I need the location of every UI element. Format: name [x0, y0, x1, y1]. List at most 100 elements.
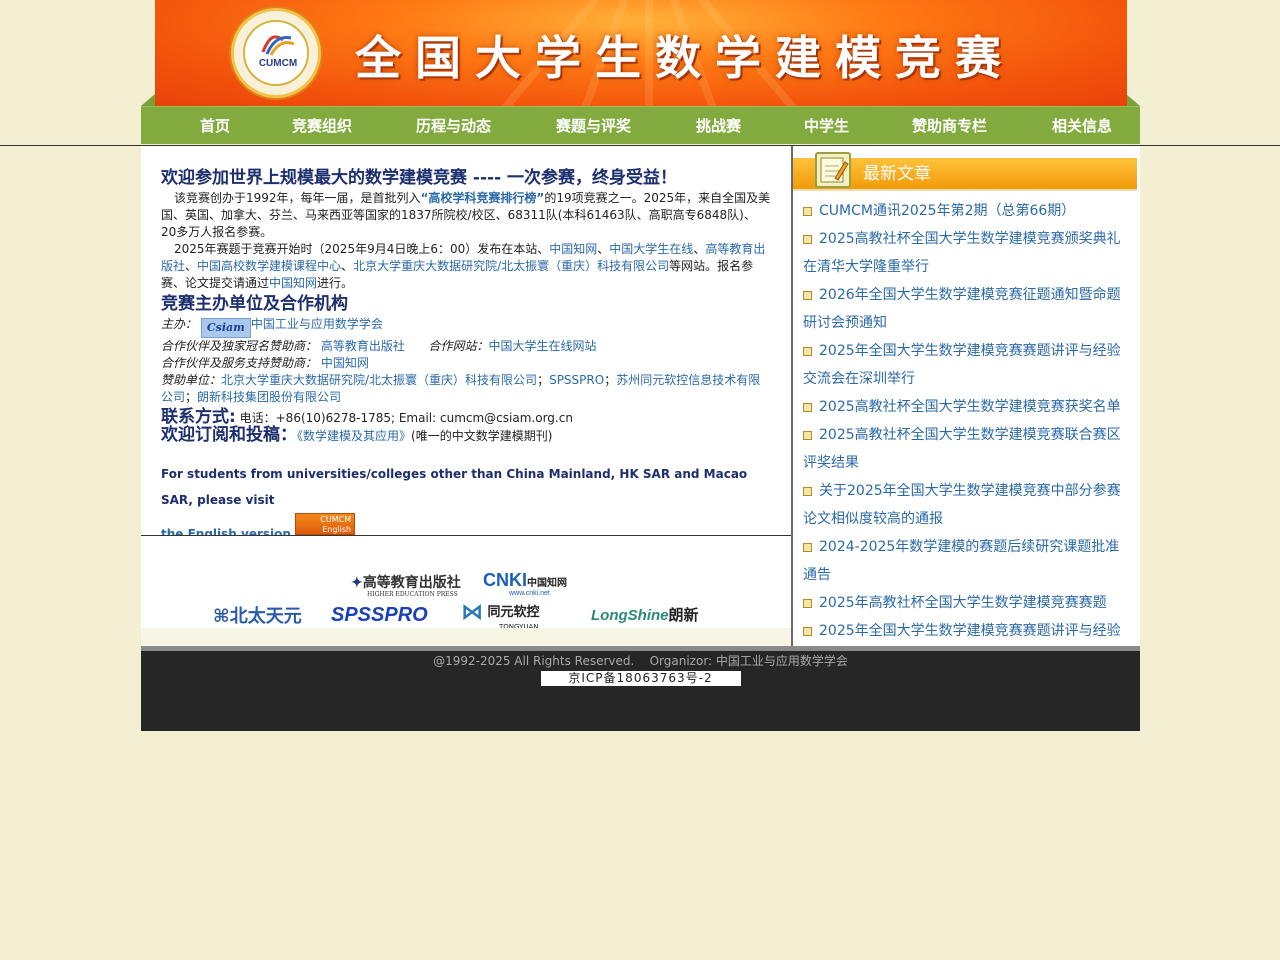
- article-item[interactable]: 2025高教社杯全国大学生数学建模竞赛联合赛区评奖结果: [803, 421, 1133, 477]
- site-banner: CUMCM 全国大学生数学建模竞赛: [155, 0, 1127, 106]
- separator: 、: [597, 242, 610, 256]
- tongyuan-logo-text: 同元软控: [487, 605, 540, 620]
- partner1-line: 合作伙伴及独家冠名赞助商： 高等教育出版社 合作网站：中国大学生在线网站: [161, 338, 771, 355]
- sponsor-label: 赞助单位：: [161, 373, 222, 387]
- article-item[interactable]: CUMCM通讯2025年第2期（总第66期）: [803, 197, 1133, 225]
- rank-link[interactable]: “高校学科竞赛排行榜”: [421, 191, 545, 205]
- footer-organizer-link[interactable]: 中国工业与应用数学学会: [716, 654, 848, 668]
- separator: ；: [185, 390, 198, 404]
- cnki-partner-link[interactable]: 中国知网: [321, 356, 369, 370]
- nav-item-organization[interactable]: 竞赛组织: [292, 107, 352, 145]
- latest-articles-header: 最新文章: [793, 152, 1137, 191]
- spsspro-logo[interactable]: SPSSPRO: [331, 604, 428, 627]
- banner-corner-left: [141, 94, 155, 106]
- organizer-label: 主办：: [161, 317, 198, 331]
- article-item[interactable]: 2025年高教社杯全国大学生数学建模竞赛赛题: [803, 589, 1133, 617]
- journal-link[interactable]: 《数学建模及其应用》: [297, 429, 411, 443]
- longshine-logo-cn: 朗新: [668, 607, 699, 624]
- nav-item-history[interactable]: 历程与动态: [416, 107, 491, 145]
- cnki-logo-cn: 中国知网: [527, 578, 567, 589]
- org-heading: 竞赛主办单位及合作机构: [161, 294, 348, 314]
- logo-swirl-icon: [261, 35, 295, 56]
- english-text: For students from universities/colleges …: [161, 467, 748, 507]
- subscribe-line: 欢迎订阅和投稿：《数学建模及其应用》(唯一的中文数学建模期刊): [161, 427, 771, 445]
- partner-site-label: 合作网站：: [428, 339, 489, 353]
- intro-text: 该竞赛创办于1992年，每年一届，是首批列入: [174, 191, 421, 205]
- article-item[interactable]: 2025高教社杯全国大学生数学建模竞赛获奖名单: [803, 393, 1133, 421]
- cnki-submit-link[interactable]: 中国知网: [269, 276, 317, 290]
- nav-item-challenge[interactable]: 挑战赛: [696, 107, 741, 145]
- separator: 、: [185, 259, 198, 273]
- separator: ；: [537, 373, 550, 387]
- longshine-logo[interactable]: LongShine朗新: [591, 604, 699, 625]
- icp-badge[interactable]: 京ICP备18063763号-2: [540, 671, 741, 686]
- hep-logo-icon: ✦: [351, 575, 363, 591]
- article-item[interactable]: 2024-2025年数学建模的赛题后续研究课题批准通告: [803, 533, 1133, 589]
- pku-chongqing-link[interactable]: 北京大学重庆大数据研究院/北太振寰（重庆）科技有限公司: [353, 259, 669, 273]
- nav-item-problems-awards[interactable]: 赛题与评奖: [556, 107, 631, 145]
- main-nav: 首页 竞赛组织 历程与动态 赛题与评奖 挑战赛 中学生 赞助商专栏 相关信息: [141, 106, 1140, 144]
- sponsor-strip: [141, 628, 791, 646]
- beitai-logo-icon: ⌘: [213, 606, 230, 627]
- site-footer: @1992-2025 All Rights Reserved. Organizo…: [141, 651, 1140, 731]
- cnki-logo-text: CNKI: [483, 570, 527, 590]
- nav-item-related[interactable]: 相关信息: [1052, 107, 1112, 145]
- contact-text: 电话：+86(10)6278-1785; Email: cumcm@csiam.…: [235, 411, 573, 425]
- banner-title: 全国大学生数学建模竞赛: [355, 31, 1015, 85]
- sponsor-logos: ✦高等教育出版社 HIGHER EDUCATION PRESS CNKI中国知网…: [141, 536, 791, 631]
- release-paragraph: 2025年赛题于竞赛开始时（2025年9月4日晚上6：00）发布在本站、中国知网…: [161, 241, 771, 292]
- banner-corner-right: [1126, 94, 1140, 106]
- nav-item-sponsors[interactable]: 赞助商专栏: [912, 107, 987, 145]
- cnki-logo[interactable]: CNKI中国知网 www.cnki.net: [483, 570, 567, 597]
- release-text: 进行。: [317, 276, 354, 290]
- sponsor-spsspro-link[interactable]: SPSSPRO: [549, 373, 604, 387]
- partner2-line: 合作伙伴及服务支持赞助商： 中国知网: [161, 355, 771, 372]
- beitai-logo[interactable]: ⌘北太天元: [213, 602, 302, 628]
- cnki-link[interactable]: 中国知网: [549, 242, 597, 256]
- cumcm-logo[interactable]: CUMCM: [231, 8, 321, 98]
- latest-articles-title: 最新文章: [863, 164, 931, 184]
- univs-link[interactable]: 中国大学生在线: [609, 242, 693, 256]
- footer-copyright-line: @1992-2025 All Rights Reserved. Organizo…: [141, 653, 1140, 669]
- tongyuan-logo-icon: ⋈: [461, 600, 483, 625]
- longshine-logo-text: LongShine: [591, 607, 669, 624]
- separator: 、: [693, 242, 706, 256]
- csiam-link[interactable]: 中国工业与应用数学学会: [251, 317, 383, 331]
- course-center-link[interactable]: 中国高校数学建模课程中心: [197, 259, 341, 273]
- article-item[interactable]: 2026年全国大学生数学建模竞赛征题通知暨命题研讨会预通知: [803, 281, 1133, 337]
- logo-text: CUMCM: [258, 58, 298, 69]
- journal-note: (唯一的中文数学建模期刊): [411, 429, 553, 443]
- nav-item-high-school[interactable]: 中学生: [804, 107, 849, 145]
- partner2-label: 合作伙伴及服务支持赞助商：: [161, 356, 318, 370]
- organizer-line: 主办： Csiam 中国工业与应用数学学会: [161, 316, 771, 338]
- hep-partner-link[interactable]: 高等教育出版社: [321, 339, 405, 353]
- copyright-text: @1992-2025 All Rights Reserved.: [433, 654, 635, 668]
- hep-logo[interactable]: ✦高等教育出版社 HIGHER EDUCATION PRESS: [351, 572, 461, 598]
- hep-logo-text: 高等教育出版社: [362, 575, 461, 591]
- univs-site-link[interactable]: 中国大学生在线网站: [489, 339, 597, 353]
- article-item[interactable]: 2025年全国大学生数学建模竞赛赛题讲评与经验交: [803, 617, 1133, 646]
- nav-item-home[interactable]: 首页: [200, 107, 230, 145]
- tongyuan-logo[interactable]: ⋈ 同元软控 TONGYUAN: [461, 600, 540, 631]
- latest-articles-panel: 最新文章 CUMCM通讯2025年第2期（总第66期） 2025高教社杯全国大学…: [793, 146, 1140, 646]
- article-item[interactable]: 关于2025年全国大学生数学建模竞赛中部分参赛论文相似度较高的通报: [803, 477, 1133, 533]
- subscribe-label: 欢迎订阅和投稿：: [161, 425, 297, 445]
- separator: ；: [604, 373, 617, 387]
- csiam-logo[interactable]: Csiam: [200, 318, 251, 338]
- separator: 、: [341, 259, 354, 273]
- sponsor-pku-link[interactable]: 北京大学重庆大数据研究院/北太振寰（重庆）科技有限公司: [221, 373, 537, 387]
- article-item[interactable]: 2025高教社杯全国大学生数学建模竞赛颁奖典礼在清华大学隆重举行: [803, 225, 1133, 281]
- notepad-icon: [815, 152, 851, 188]
- cnki-logo-url: www.cnki.net: [509, 590, 550, 597]
- partner1-label: 合作伙伴及独家冠名赞助商：: [161, 339, 318, 353]
- welcome-headline: 欢迎参加世界上规模最大的数学建模竞赛 ---- 一次参赛，终身受益！: [161, 168, 678, 188]
- cumcm-logo-inner: CUMCM: [243, 20, 309, 86]
- sponsor-longshine-link[interactable]: 朗新科技集团股份有限公司: [197, 390, 341, 404]
- latest-articles-list: CUMCM通讯2025年第2期（总第66期） 2025高教社杯全国大学生数学建模…: [803, 197, 1133, 646]
- english-version-badge[interactable]: CUMCMEnglish version: [295, 513, 356, 544]
- sponsor-line: 赞助单位：北京大学重庆大数据研究院/北太振寰（重庆）科技有限公司；SPSSPRO…: [161, 372, 771, 406]
- badge-text: CUMCM: [320, 515, 352, 524]
- release-text: 2025年赛题于竞赛开始时（2025年9月4日晚上6：00）发布在本站、: [174, 242, 550, 256]
- beitai-logo-text: 北太天元: [229, 606, 302, 627]
- article-item[interactable]: 2025年全国大学生数学建模竞赛赛题讲评与经验交流会在深圳举行: [803, 337, 1133, 393]
